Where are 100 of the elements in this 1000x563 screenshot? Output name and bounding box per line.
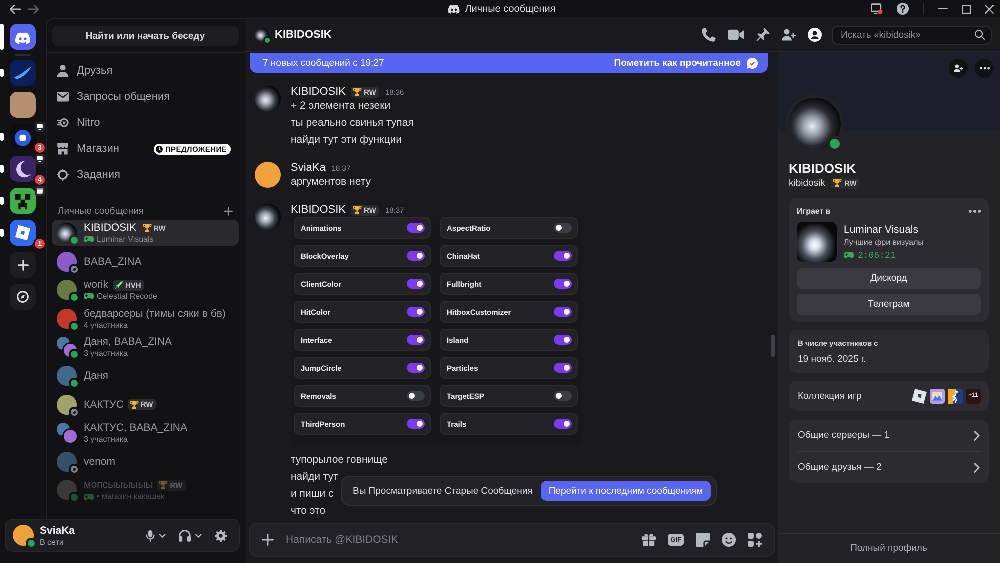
more-icon [980, 67, 990, 70]
plus-icon[interactable] [224, 206, 233, 216]
more-icon[interactable] [969, 210, 981, 212]
dm-item[interactable]: Даня, BABA_ZINA 3 участника [52, 334, 239, 360]
dm-name: worik [84, 279, 109, 292]
dm-item[interactable]: КАКТУС, BABA_ZINA 3 участника [52, 420, 239, 446]
activity-button[interactable]: Телеграм [797, 294, 981, 315]
more-button[interactable] [975, 59, 994, 78]
maximize-icon[interactable] [962, 4, 972, 14]
avatar [255, 86, 281, 112]
nav-item[interactable]: Запросы общения [52, 84, 239, 110]
nav-item[interactable]: Задания [52, 162, 239, 188]
dm-name: КАКТУС [84, 398, 124, 411]
plus-icon[interactable] [262, 534, 274, 546]
headphones-icon[interactable] [179, 530, 191, 542]
dm-item[interactable]: venom [52, 448, 239, 475]
nav-item[interactable]: Магазин [52, 136, 154, 162]
tilted-square-icon[interactable] [0, 220, 36, 246]
chevron-right-icon [974, 462, 980, 472]
message-text: найди тут эти функции [291, 133, 402, 148]
message-text: и пиши с [291, 487, 334, 502]
gamepad-icon [84, 494, 94, 500]
mutual-row[interactable]: Общие серверы — 1 [789, 420, 989, 451]
chat-check-icon [747, 58, 758, 68]
help-icon[interactable] [897, 3, 910, 15]
author-name[interactable]: SviaKa [291, 162, 326, 174]
nav-item[interactable]: Nitro [52, 110, 239, 136]
discover-button[interactable] [10, 284, 36, 310]
user-profile-icon[interactable] [808, 28, 822, 42]
avatar [57, 480, 77, 500]
member-count: 3 участника [84, 349, 128, 358]
apps-icon[interactable] [748, 533, 762, 547]
trophy-icon [159, 481, 168, 490]
sticker-icon[interactable] [696, 533, 710, 547]
nav-item[interactable]: Друзья [52, 58, 239, 84]
video-camera-icon[interactable] [728, 28, 744, 42]
logo-icon[interactable] [0, 24, 36, 50]
activity-button[interactable]: Дискорд [797, 268, 981, 289]
jump-button[interactable]: Перейти к последним сообщениям [540, 481, 712, 501]
group-avatar [57, 308, 77, 329]
member-count: 4 участника [84, 320, 128, 330]
person-icon [57, 65, 69, 77]
message-text: + 2 элемента незеки [291, 99, 391, 114]
member-count: 3 участника [84, 435, 128, 444]
full-profile-button[interactable]: Полный профиль [778, 533, 1000, 563]
pin-icon[interactable] [756, 28, 770, 42]
compass-icon [17, 291, 29, 303]
profile-avatar[interactable] [789, 98, 841, 150]
back-arrow-icon[interactable] [10, 4, 21, 14]
gear-icon[interactable] [215, 530, 227, 542]
avatar [13, 525, 34, 546]
minimize-icon[interactable] [938, 8, 948, 10]
mutual-row[interactable]: Общие друзья — 2 [789, 452, 989, 483]
display-name: KIBIDOSIK [789, 161, 856, 177]
forward-arrow-icon[interactable] [28, 4, 39, 14]
dm-item[interactable]: BABA_ZINA [52, 248, 239, 275]
dm-name: мопсыыыыыы [84, 479, 154, 492]
pixel-face-icon[interactable] [0, 188, 36, 214]
scrollbar-thumb[interactable] [771, 335, 775, 357]
avatar [57, 366, 77, 386]
dm-item[interactable]: Даня [52, 362, 239, 389]
add-server-button[interactable] [10, 252, 36, 278]
gamepad-icon [844, 252, 854, 259]
screen-icon[interactable] [871, 3, 884, 15]
avatar [255, 204, 281, 230]
search-icon[interactable] [975, 30, 985, 40]
swoosh-icon[interactable] [0, 60, 36, 86]
game-details: Лучшие фри визуалы [844, 238, 924, 246]
avatar [57, 252, 77, 272]
dm-name: Даня, BABA_ZINA [84, 336, 172, 348]
phone-icon[interactable] [702, 28, 716, 42]
avatar [255, 28, 269, 42]
crescent-icon[interactable] [0, 156, 36, 182]
new-messages-bar[interactable]: 7 новых сообщений с 19:27 Пометить как прочитанное [250, 53, 768, 73]
close-icon[interactable] [985, 4, 994, 14]
gamepad-icon [84, 236, 94, 243]
emoji-icon[interactable] [722, 533, 736, 547]
chevron-down-icon[interactable] [159, 534, 166, 538]
dm-item[interactable]: бедварсеры (тимы сяки в бв) 4 участника [52, 306, 239, 332]
notice-text: Вы Просматриваете Старые Сообщения [353, 486, 533, 496]
elapsed-time: 2:06:21 [858, 250, 896, 260]
add-friend-button[interactable] [949, 59, 968, 78]
search-field[interactable]: Искать «kibidosik» [832, 26, 992, 44]
author-name[interactable]: KIBIDOSIK [291, 86, 346, 98]
dm-name: КАКТУС, BABA_ZINA [84, 422, 188, 434]
window-title: Личные сообщения [465, 4, 556, 14]
chevron-down-icon[interactable] [195, 534, 202, 538]
sword-icon [114, 281, 124, 290]
message-input[interactable]: Написать @KIBIDOSIK [286, 534, 630, 546]
mark-read-button[interactable]: Пометить как прочитанное [614, 58, 758, 68]
new-messages-text: 7 новых сообщений с 19:27 [263, 58, 384, 68]
search-input[interactable]: Искать «kibidosik» [841, 30, 971, 40]
microphone-icon[interactable] [146, 530, 155, 542]
search-button[interactable]: Найти или начать беседу [52, 26, 239, 46]
gift-icon[interactable] [642, 533, 656, 547]
runner-icon [948, 388, 963, 404]
author-name[interactable]: KIBIDOSIK [291, 204, 346, 216]
avatar [255, 162, 281, 188]
crosshair-icon [57, 169, 69, 181]
add-friend-icon[interactable] [782, 28, 796, 42]
